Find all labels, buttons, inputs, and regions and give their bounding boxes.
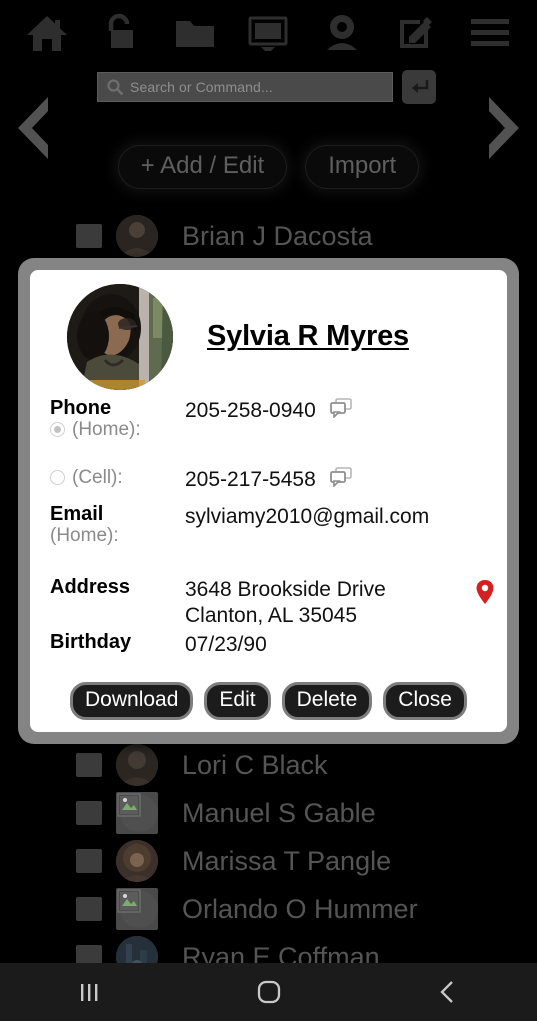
row-checkbox[interactable]: [76, 897, 102, 921]
list-item[interactable]: Lori C Black: [0, 741, 537, 789]
email-sublabel: (Home):: [50, 525, 185, 547]
contact-name: Lori C Black: [182, 749, 328, 780]
radio-cell-unselected[interactable]: [50, 470, 65, 486]
email-label-group: Email (Home):: [30, 502, 185, 547]
back-chevron-icon[interactable]: [358, 963, 537, 1021]
search-input[interactable]: Search or Command...: [97, 72, 393, 102]
avatar: [116, 744, 158, 786]
list-item[interactable]: Brian J Dacosta: [0, 212, 537, 260]
phone-cell-label: (Cell):: [72, 466, 123, 488]
search-placeholder: Search or Command...: [130, 79, 273, 95]
email-value-group: sylviamy2010@gmail.com: [185, 504, 507, 531]
field-phone-cell: (Cell): 205-217-5458: [30, 467, 507, 494]
hamburger-menu-icon[interactable]: [467, 10, 513, 56]
radio-home-selected[interactable]: [50, 422, 65, 438]
edit-square-icon[interactable]: [393, 10, 439, 56]
contact-detail-dialog: Sylvia R Myres Phone (Home): 205-258-094…: [18, 258, 519, 744]
enter-key-icon[interactable]: [402, 70, 436, 104]
dialog-panel: Sylvia R Myres Phone (Home): 205-258-094…: [30, 270, 507, 732]
map-pin-icon[interactable]: [475, 579, 495, 610]
address-title: Address: [50, 575, 131, 598]
edit-button[interactable]: Edit: [204, 681, 271, 720]
broken-image-icon: [116, 792, 158, 834]
list-item[interactable]: Orlando O Hummer: [0, 885, 537, 933]
email-value[interactable]: sylviamy2010@gmail.com: [185, 504, 429, 531]
download-button[interactable]: Download: [70, 681, 194, 720]
monitor-icon[interactable]: [245, 10, 291, 56]
list-item[interactable]: Marissa T Pangle: [0, 837, 537, 885]
birthday-title: Birthday: [50, 631, 132, 654]
home-icon[interactable]: [24, 10, 70, 56]
action-buttons: + Add / Edit Import: [0, 145, 537, 189]
phone-home-label: (Home):: [72, 419, 141, 440]
contact-name: Manuel S Gable: [182, 797, 376, 828]
unlock-icon[interactable]: [98, 10, 144, 56]
message-bubbles-icon[interactable]: [329, 467, 352, 487]
search-row: Search or Command...: [0, 70, 537, 108]
phone-home-value-group: 205-258-0940: [185, 398, 507, 425]
dialog-fields: Phone (Home): 205-258-0940 (Cell): 205-2…: [30, 396, 507, 659]
app-root: Search or Command... + Add / Edit Import: [0, 0, 537, 1021]
address-value[interactable]: 3648 Brookside Drive Clanton, AL 35045: [185, 577, 386, 631]
birthday-value: 07/23/90: [185, 633, 267, 657]
avatar: [116, 215, 158, 257]
system-navigation-bar: [0, 963, 537, 1021]
address-label-group: Address: [30, 575, 185, 598]
folder-icon[interactable]: [172, 10, 218, 56]
phone-home-value[interactable]: 205-258-0940: [185, 398, 316, 425]
import-button[interactable]: Import: [305, 145, 420, 189]
dialog-header: Sylvia R Myres: [30, 270, 507, 392]
close-button[interactable]: Close: [383, 681, 467, 720]
email-home-label: (Home):: [50, 524, 119, 546]
recents-icon[interactable]: [0, 963, 179, 1021]
phone-cell-value-group: 205-217-5458: [185, 467, 507, 494]
phone-label-group: Phone (Home):: [30, 398, 185, 441]
field-email: Email (Home): sylviamy2010@gmail.com: [30, 502, 507, 547]
phone-home-sublabel: (Home):: [50, 419, 185, 441]
home-square-icon[interactable]: [179, 963, 358, 1021]
contact-full-name: Sylvia R Myres: [207, 320, 409, 352]
email-title: Email: [50, 502, 104, 525]
row-checkbox[interactable]: [76, 849, 102, 873]
add-edit-button[interactable]: + Add / Edit: [117, 145, 288, 189]
delete-button[interactable]: Delete: [281, 681, 373, 720]
phone-cell-label-group: (Cell):: [30, 467, 185, 489]
phone-cell-value[interactable]: 205-217-5458: [185, 467, 316, 494]
row-checkbox[interactable]: [76, 224, 102, 248]
avatar: [116, 840, 158, 882]
birthday-label-group: Birthday: [30, 632, 185, 653]
contact-name: Marissa T Pangle: [182, 845, 392, 876]
field-address: Address 3648 Brookside Drive Clanton, AL…: [30, 575, 507, 631]
field-phone-home: Phone (Home): 205-258-0940: [30, 398, 507, 441]
contact-name: Brian J Dacosta: [182, 220, 373, 251]
list-item[interactable]: Manuel S Gable: [0, 789, 537, 837]
broken-image-icon: [116, 888, 158, 930]
birthday-value-group: 07/23/90: [185, 632, 507, 659]
dialog-action-buttons: Download Edit Delete Close: [30, 681, 507, 720]
message-bubbles-icon[interactable]: [329, 398, 352, 418]
phone-cell-sublabel: (Cell):: [50, 467, 185, 489]
contact-avatar: [67, 284, 173, 390]
address-value-group: 3648 Brookside Drive Clanton, AL 35045: [185, 577, 507, 631]
row-checkbox[interactable]: [76, 801, 102, 825]
contact-name: Orlando O Hummer: [182, 893, 418, 924]
row-checkbox[interactable]: [76, 753, 102, 777]
search-icon: [104, 76, 126, 98]
top-toolbar: [0, 0, 537, 66]
field-birthday: Birthday 07/23/90: [30, 632, 507, 659]
webcam-icon[interactable]: [319, 10, 365, 56]
phone-title: Phone: [50, 397, 112, 419]
